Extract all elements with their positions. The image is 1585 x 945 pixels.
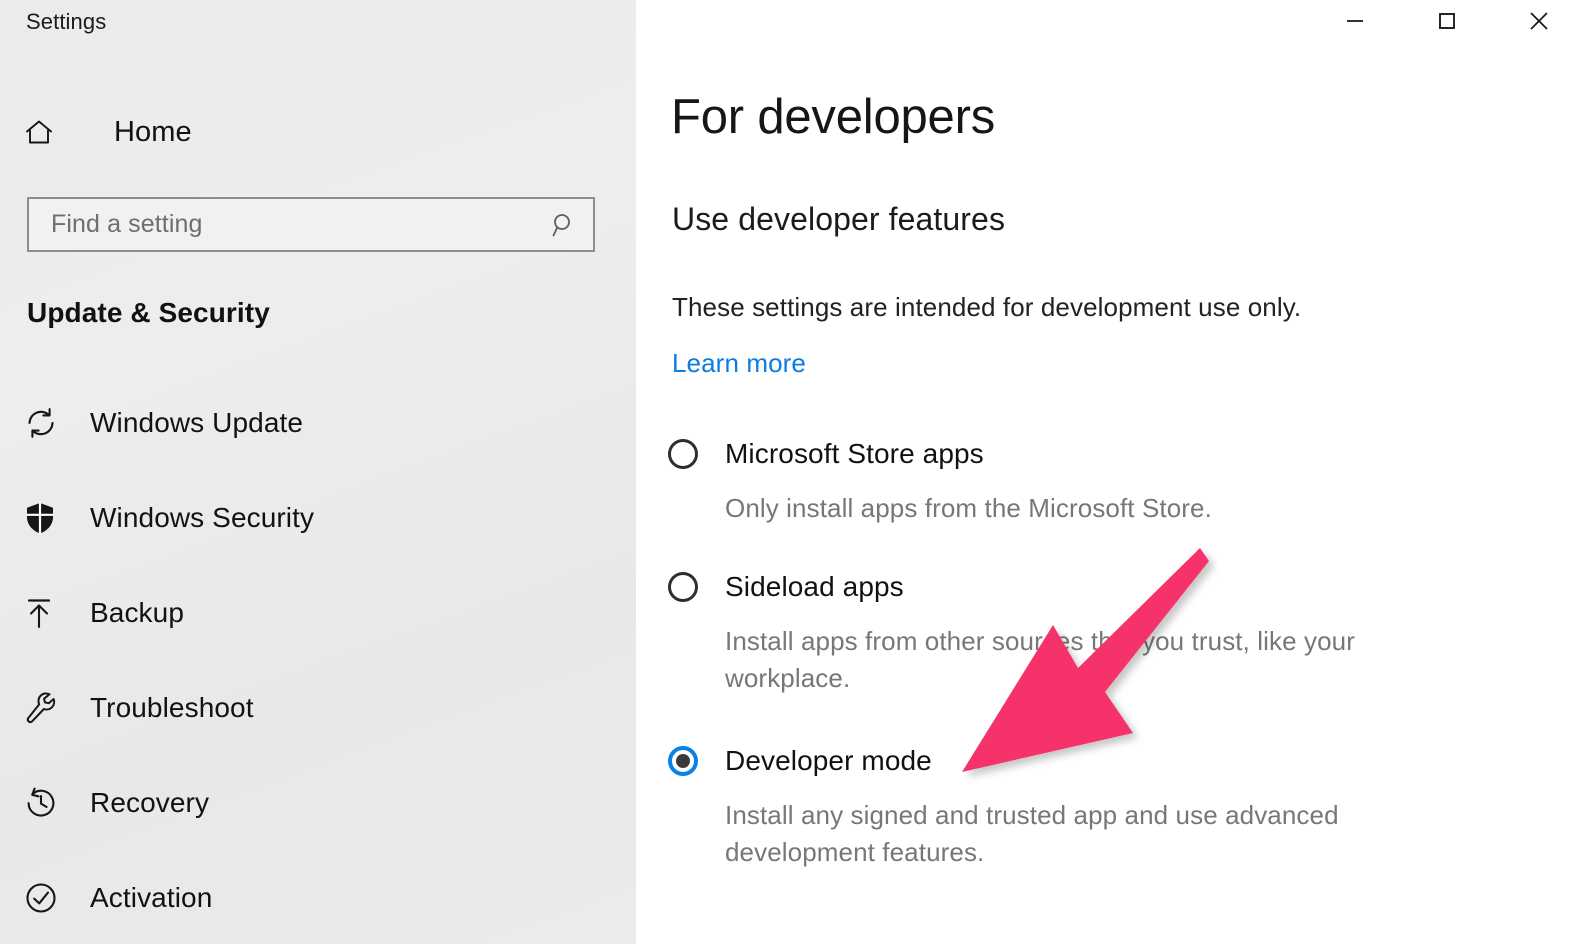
sidebar-item-label: Windows Update — [90, 407, 303, 439]
maximize-icon — [1435, 9, 1459, 38]
sidebar-item-label: Recovery — [90, 787, 209, 819]
settings-window: Settings Home Find a setting Update & Se… — [0, 0, 1585, 944]
sidebar-item-recovery[interactable]: Recovery — [0, 755, 636, 850]
option-row[interactable]: Sideload apps — [668, 563, 1488, 611]
maximize-button[interactable] — [1401, 0, 1493, 46]
option-row[interactable]: Microsoft Store apps — [668, 430, 1488, 478]
radio-sideload-apps[interactable] — [668, 572, 698, 602]
page-title: For developers — [671, 93, 995, 142]
option-description: Only install apps from the Microsoft Sto… — [725, 490, 1485, 527]
shield-icon — [24, 501, 68, 535]
close-button[interactable] — [1493, 0, 1585, 46]
wrench-icon — [24, 691, 68, 725]
sidebar-item-windows-update[interactable]: Windows Update — [0, 375, 636, 470]
option-description: Install any signed and trusted app and u… — [725, 797, 1455, 871]
sidebar-item-label: Windows Security — [90, 502, 314, 534]
home-icon — [24, 118, 64, 146]
option-label: Developer mode — [725, 745, 932, 777]
option-label: Sideload apps — [725, 571, 904, 603]
developer-features-radio-group: Microsoft Store apps Only install apps f… — [668, 430, 1488, 881]
radio-microsoft-store-apps[interactable] — [668, 439, 698, 469]
search-input[interactable]: Find a setting — [27, 197, 595, 252]
check-circle-icon — [24, 881, 68, 915]
option-developer-mode[interactable]: Developer mode Install any signed and tr… — [668, 737, 1488, 871]
sidebar-item-windows-security[interactable]: Windows Security — [0, 470, 636, 565]
app-title: Settings — [26, 9, 106, 35]
option-row[interactable]: Developer mode — [668, 737, 1488, 785]
radio-developer-mode[interactable] — [668, 746, 698, 776]
minimize-button[interactable] — [1309, 0, 1401, 46]
upload-arrow-icon — [24, 596, 68, 630]
content-panel: For developers Use developer features Th… — [636, 0, 1585, 944]
sidebar: Settings Home Find a setting Update & Se… — [0, 0, 636, 944]
sidebar-item-troubleshoot[interactable]: Troubleshoot — [0, 660, 636, 755]
history-clock-icon — [24, 786, 68, 820]
option-description: Install apps from other sources that you… — [725, 623, 1455, 697]
intro-text: These settings are intended for developm… — [672, 294, 1301, 320]
minimize-icon — [1343, 9, 1367, 38]
sidebar-item-label: Troubleshoot — [90, 692, 254, 724]
radio-dot — [676, 754, 690, 768]
sidebar-item-home-label: Home — [114, 116, 192, 149]
window-controls — [1309, 0, 1585, 48]
learn-more-link[interactable]: Learn more — [672, 350, 806, 376]
close-icon — [1526, 8, 1552, 39]
sidebar-item-label: Activation — [90, 882, 212, 914]
sidebar-item-label: Backup — [90, 597, 184, 629]
search-placeholder: Find a setting — [29, 210, 535, 239]
section-subheading: Use developer features — [672, 203, 1005, 235]
option-label: Microsoft Store apps — [725, 438, 984, 470]
sidebar-item-home[interactable]: Home — [24, 108, 192, 156]
sidebar-section-title: Update & Security — [27, 297, 270, 329]
search-icon[interactable] — [535, 211, 593, 239]
sidebar-item-activation[interactable]: Activation — [0, 850, 636, 945]
sidebar-nav-list: Windows Update Windows Security — [0, 375, 636, 945]
option-microsoft-store-apps[interactable]: Microsoft Store apps Only install apps f… — [668, 430, 1488, 527]
option-sideload-apps[interactable]: Sideload apps Install apps from other so… — [668, 563, 1488, 697]
refresh-icon — [24, 406, 68, 440]
sidebar-item-backup[interactable]: Backup — [0, 565, 636, 660]
